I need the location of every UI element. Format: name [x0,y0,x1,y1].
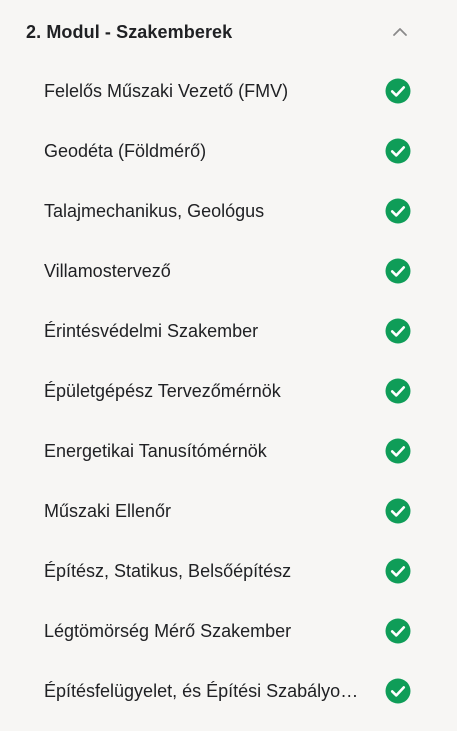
module-item-label: Geodéta (Földmérő) [44,140,207,161]
check-circle-icon [385,378,411,404]
check-circle-icon [385,198,411,224]
module-item[interactable]: Építésfelügyelet, és Építési Szabályozás [0,661,457,721]
module-header[interactable]: 2. Modul - Szakemberek [26,12,416,52]
module-item-label: Felelős Műszaki Vezető (FMV) [44,80,289,101]
module-item[interactable]: Műszaki Ellenőr [0,481,457,541]
module-item-label: Műszaki Ellenőr [44,500,172,521]
module-item-list: Felelős Műszaki Vezető (FMV) Geodéta (Fö… [0,61,457,721]
module-item[interactable]: Épületgépész Tervezőmérnök [0,361,457,421]
module-item[interactable]: Energetikai Tanusítómérnök [0,421,457,481]
module-item-label: Villamostervező [44,260,171,281]
module-item-label: Építész, Statikus, Belsőépítész [44,560,292,581]
module-item[interactable]: Légtömörség Mérő Szakember [0,601,457,661]
module-item[interactable]: Geodéta (Földmérő) [0,121,457,181]
module-item-label: Érintésvédelmi Szakember [44,320,259,341]
module-item[interactable]: Felelős Műszaki Vezető (FMV) [0,61,457,121]
module-item[interactable]: Talajmechanikus, Geológus [0,181,457,241]
check-circle-icon [385,498,411,524]
check-circle-icon [385,438,411,464]
check-circle-icon [385,138,411,164]
module-item[interactable]: Villamostervező [0,241,457,301]
chevron-up-icon[interactable] [390,22,410,42]
module-item-label: Épületgépész Tervezőmérnök [44,380,281,401]
check-circle-icon [385,678,411,704]
module-title: 2. Modul - Szakemberek [26,21,233,42]
check-circle-icon [385,258,411,284]
check-circle-icon [385,78,411,104]
check-circle-icon [385,618,411,644]
check-circle-icon [385,558,411,584]
module-item-label: Talajmechanikus, Geológus [44,200,265,221]
module-item[interactable]: Érintésvédelmi Szakember [0,301,457,361]
check-circle-icon [385,318,411,344]
module-item-label: Energetikai Tanusítómérnök [44,440,267,461]
module-item-label: Építésfelügyelet, és Építési Szabályozás [44,680,362,701]
module-item-label: Légtömörség Mérő Szakember [44,620,292,641]
module-item[interactable]: Építész, Statikus, Belsőépítész [0,541,457,601]
module-section: 2. Modul - Szakemberek Felelős Műszaki V… [0,0,457,731]
